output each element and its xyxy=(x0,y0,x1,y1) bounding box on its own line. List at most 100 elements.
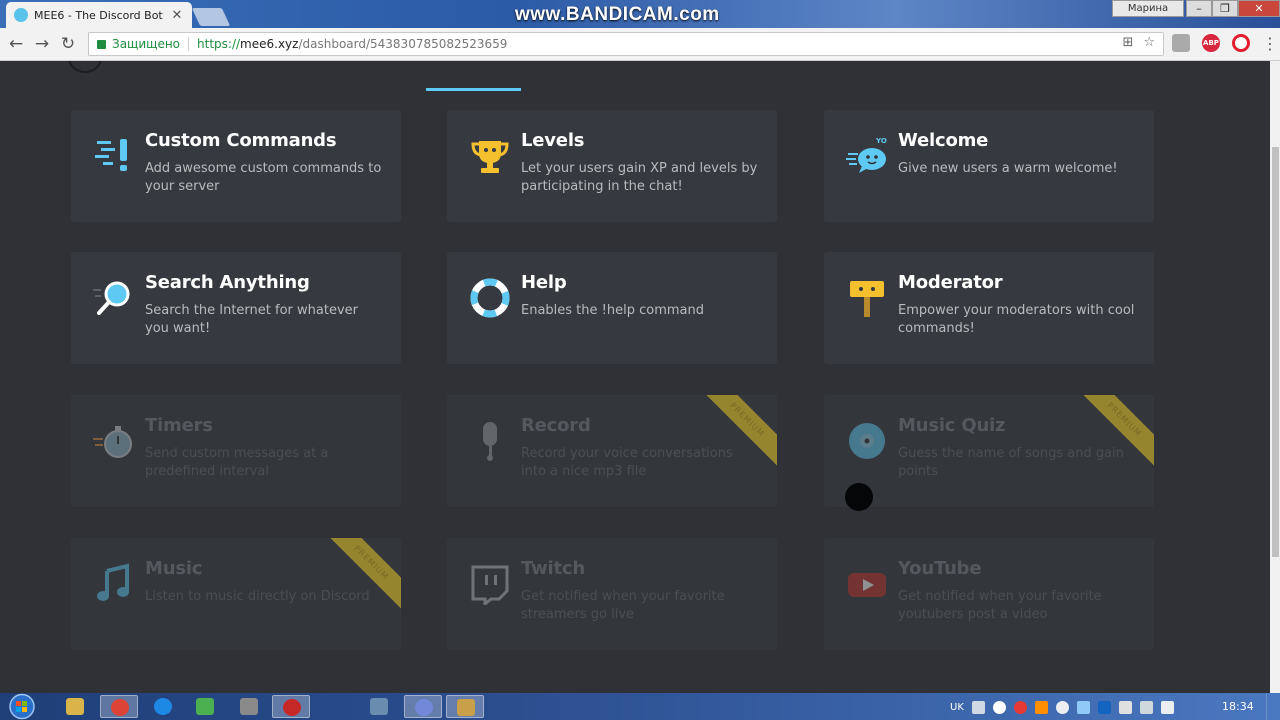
translate-icon[interactable]: ⊞ xyxy=(1122,35,1133,50)
plugin-title: Timers xyxy=(145,415,213,436)
taskbar-bandicam[interactable] xyxy=(272,695,310,718)
active-tab-indicator xyxy=(426,88,521,91)
grass-block-icon xyxy=(457,699,475,716)
plugin-card-custom-commands[interactable]: Custom Commands Add awesome custom comma… xyxy=(71,110,401,222)
bluetooth-icon[interactable] xyxy=(1076,700,1090,714)
bandicam-watermark: www.BANDICAM.com xyxy=(515,4,720,25)
bookmark-star-icon[interactable]: ☆ xyxy=(1143,35,1155,50)
maximize-button[interactable]: ❐ xyxy=(1212,0,1238,17)
disc-icon xyxy=(849,423,885,459)
premium-label: PREMIUM xyxy=(1074,395,1154,471)
discord-icon xyxy=(415,699,433,716)
premium-ribbon: PREMIUM xyxy=(321,538,401,618)
volume-icon[interactable] xyxy=(1160,700,1174,714)
language-indicator[interactable]: UK xyxy=(950,702,964,713)
plugin-title: Moderator xyxy=(898,272,1003,293)
plugin-card-moderator[interactable]: Moderator Empower your moderators with c… xyxy=(824,252,1154,364)
forward-button[interactable]: → xyxy=(32,34,52,54)
bandicam-tray-icon[interactable] xyxy=(1034,700,1048,714)
keyboard-icon[interactable] xyxy=(971,700,985,714)
speech-bubble-icon: YO xyxy=(846,137,887,173)
close-window-button[interactable]: ✕ xyxy=(1238,0,1280,17)
record-icon[interactable] xyxy=(1013,700,1027,714)
taskbar-app-2[interactable] xyxy=(360,695,398,718)
browser-menu-icon[interactable]: ⋮ xyxy=(1262,34,1278,53)
plugin-card-timers[interactable]: Timers Send custom messages at a predefi… xyxy=(71,395,401,507)
headset-icon[interactable] xyxy=(992,700,1006,714)
plugin-description: Get notified when your favorite streamer… xyxy=(521,589,725,622)
plugin-description: Get notified when your favorite youtuber… xyxy=(898,589,1102,622)
taskbar-explorer[interactable] xyxy=(56,695,94,718)
system-tray: UK xyxy=(950,699,1174,715)
taskbar-clock[interactable]: 18:34 xyxy=(1222,700,1254,713)
plugin-card-music[interactable]: Music Listen to music directly on Discor… xyxy=(71,538,401,650)
steam-icon[interactable] xyxy=(1055,700,1069,714)
back-button[interactable]: ← xyxy=(6,34,26,54)
microphone-icon xyxy=(483,422,497,461)
trophy-icon xyxy=(471,141,509,173)
address-bar[interactable]: Защищено https:// mee6.xyz /dashboard/54… xyxy=(88,32,1164,56)
show-desktop-button[interactable] xyxy=(1266,693,1280,720)
minimize-button[interactable]: – xyxy=(1186,0,1212,17)
plugin-title: Help xyxy=(521,272,567,293)
exclamation-list-icon xyxy=(95,139,127,171)
plugin-card-search-anything[interactable]: Search Anything Search the Internet for … xyxy=(71,252,401,364)
plugin-title: Welcome xyxy=(898,130,989,151)
plugin-card-help[interactable]: Help Enables the !help command xyxy=(447,252,777,364)
taskbar-minecraft[interactable] xyxy=(186,695,224,718)
plugin-title: Levels xyxy=(521,130,585,151)
profile-button[interactable]: Марина xyxy=(1112,0,1184,17)
premium-label: PREMIUM xyxy=(321,538,401,614)
plugin-title: Search Anything xyxy=(145,272,310,293)
plugin-description: Let your users gain XP and levels by par… xyxy=(521,161,758,194)
premium-ribbon: PREMIUM xyxy=(697,395,777,475)
plugin-card-music-quiz[interactable]: Music Quiz Guess the name of songs and g… xyxy=(824,395,1154,507)
browser-titlebar: MEE6 - The Discord Bot ✕ www.BANDICAM.co… xyxy=(0,0,1280,28)
server-avatar xyxy=(68,61,102,73)
browser-toolbar: ← → ↻ Защищено https:// mee6.xyz /dashbo… xyxy=(0,28,1280,61)
plugin-description: Empower your moderators with cool comman… xyxy=(898,303,1135,336)
plugin-description: Search the Internet for whatever you wan… xyxy=(145,303,358,336)
minecraft-icon xyxy=(196,698,214,715)
extension-icon[interactable] xyxy=(1172,34,1190,52)
flag-icon[interactable] xyxy=(1118,700,1132,714)
plugin-title: Twitch xyxy=(521,558,585,579)
plugin-description: Send custom messages at a predefined int… xyxy=(145,446,329,479)
reload-button[interactable]: ↻ xyxy=(58,34,78,54)
new-tab-button[interactable] xyxy=(191,8,231,26)
plugin-card-levels[interactable]: Levels Let your users gain XP and levels… xyxy=(447,110,777,222)
mee6-favicon-icon xyxy=(14,8,28,22)
tab-title: MEE6 - The Discord Bot xyxy=(34,8,163,22)
opera-extension-icon[interactable] xyxy=(1232,34,1250,52)
music-note-icon xyxy=(97,563,129,601)
adblock-plus-icon[interactable]: ABP xyxy=(1202,34,1220,52)
taskbar-discord[interactable] xyxy=(404,695,442,718)
bandicam-icon xyxy=(283,699,301,716)
taskbar-app[interactable] xyxy=(230,695,268,718)
taskbar-chrome[interactable] xyxy=(100,695,138,718)
tab-close-icon[interactable]: ✕ xyxy=(170,8,184,23)
windows-taskbar: UK 18:34 xyxy=(0,693,1280,720)
address-divider xyxy=(188,37,190,51)
plugin-card-welcome[interactable]: YO Welcome Give new users a warm welcome… xyxy=(824,110,1154,222)
taskbar-ie[interactable] xyxy=(144,695,182,718)
plugin-title: YouTube xyxy=(898,558,982,579)
folder-icon xyxy=(66,698,84,715)
plugin-card-record[interactable]: Record Record your voice conversations i… xyxy=(447,395,777,507)
hammer-icon xyxy=(850,281,884,317)
scrollbar-thumb[interactable] xyxy=(1272,147,1279,557)
plugin-description: Add awesome custom commands to your serv… xyxy=(145,161,382,194)
url-scheme: https:// xyxy=(197,37,241,51)
taskbar-minecraft-2[interactable] xyxy=(446,695,484,718)
plugin-card-youtube[interactable]: YouTube Get notified when your favorite … xyxy=(824,538,1154,650)
premium-ribbon: PREMIUM xyxy=(1074,395,1154,475)
plugin-card-twitch[interactable]: Twitch Get notified when your favorite s… xyxy=(447,538,777,650)
lifebuoy-icon xyxy=(470,278,510,318)
url-host: mee6.xyz xyxy=(240,37,299,51)
network-icon[interactable] xyxy=(1139,700,1153,714)
m-app-icon[interactable] xyxy=(1097,700,1111,714)
browser-tab[interactable]: MEE6 - The Discord Bot ✕ xyxy=(6,2,192,28)
monitor-icon xyxy=(370,698,388,715)
start-button-icon[interactable] xyxy=(6,693,38,720)
youtube-icon xyxy=(848,573,886,597)
